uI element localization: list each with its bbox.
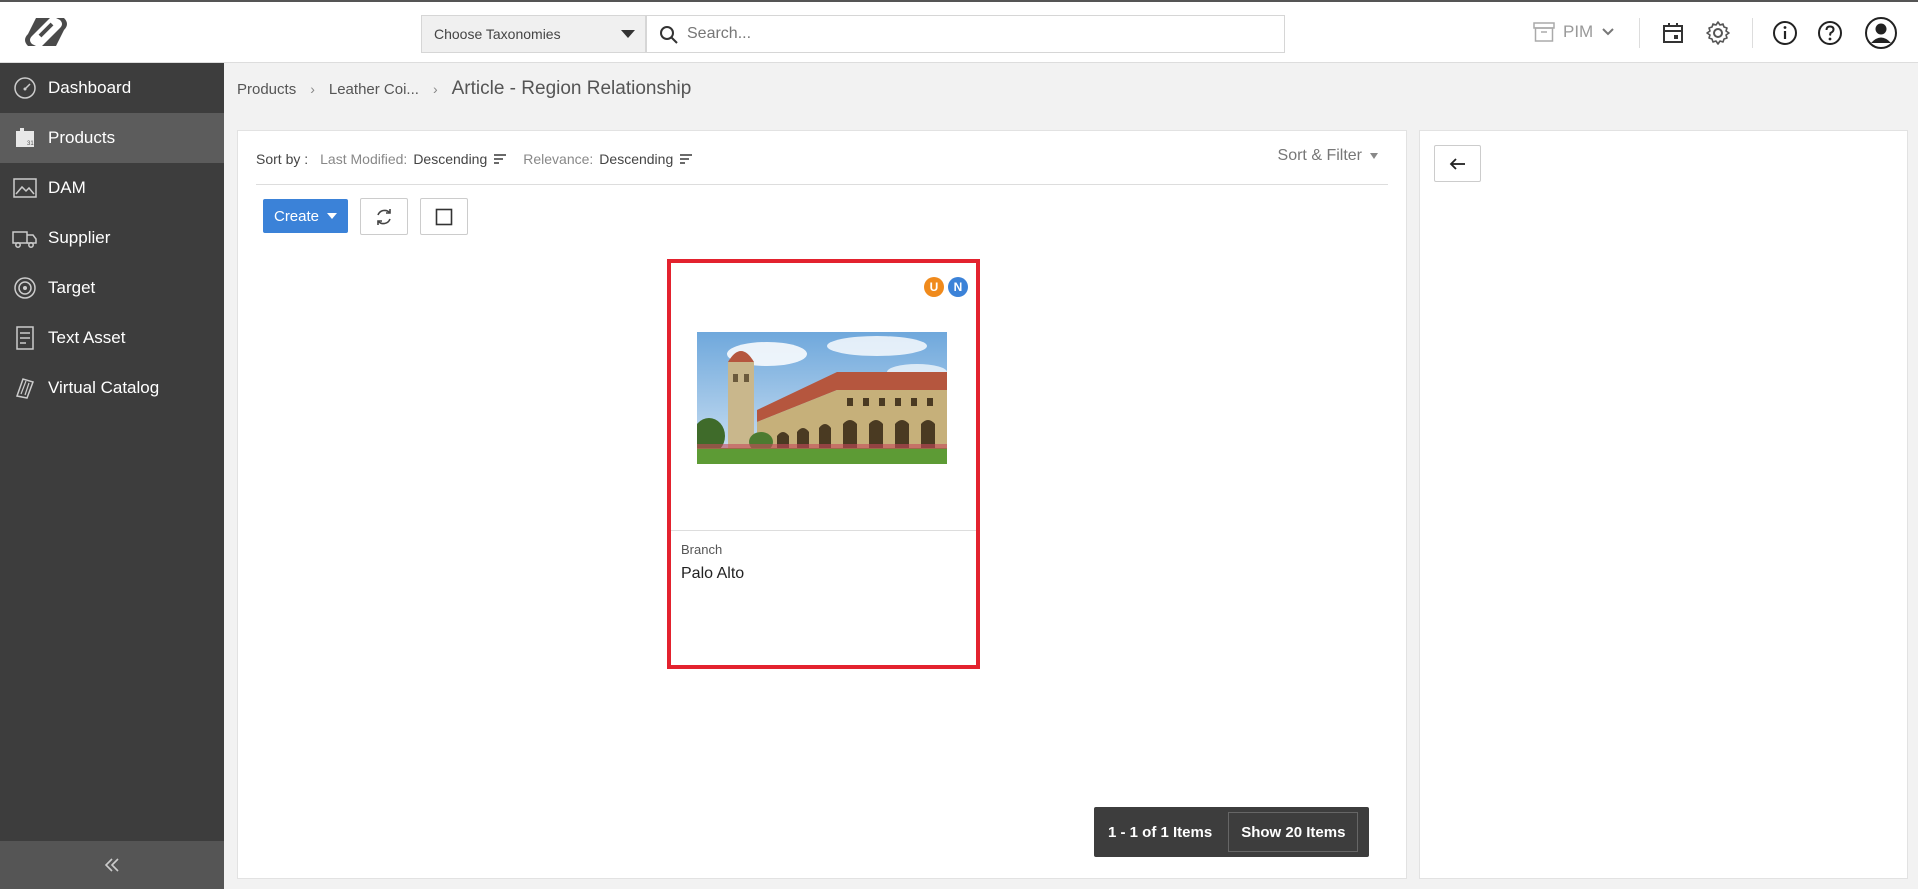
caret-down-icon	[1370, 153, 1378, 159]
double-chevron-left-icon	[104, 858, 119, 872]
sort-direction-value: Descending	[599, 151, 674, 167]
status-badge-u: U	[924, 277, 944, 297]
sort-field-label: Relevance:	[523, 151, 594, 167]
taxonomy-select-label: Choose Taxonomies	[434, 26, 561, 42]
target-icon	[12, 275, 38, 301]
card-type-label: Branch	[681, 542, 723, 557]
gear-icon[interactable]	[1703, 18, 1733, 48]
app-logo[interactable]	[22, 14, 70, 50]
create-button[interactable]: Create	[263, 199, 348, 233]
sort-descending-icon	[680, 154, 693, 164]
search-box[interactable]	[646, 15, 1285, 53]
sidebar-item-label: Products	[48, 128, 116, 147]
catalog-icon	[12, 375, 38, 401]
help-icon[interactable]	[1815, 18, 1845, 48]
calendar-icon[interactable]	[1658, 18, 1688, 48]
arrow-left-icon	[1449, 157, 1465, 170]
dashboard-icon	[12, 75, 38, 101]
sort-filter-label: Sort & Filter	[1277, 147, 1362, 164]
search-icon	[660, 26, 678, 44]
caret-down-icon	[621, 30, 635, 38]
sidebar: Dashboard 31 Products DAM Supplier Targe…	[0, 63, 224, 889]
breadcrumb: Products › Leather Coi... › Article - Re…	[237, 78, 691, 100]
sort-by-label: Sort by :	[256, 151, 309, 167]
refresh-icon	[377, 208, 391, 225]
page-title: Article - Region Relationship	[451, 78, 692, 99]
sort-filter-toggle[interactable]: Sort & Filter	[1278, 147, 1378, 165]
sidebar-item-text-asset[interactable]: Text Asset	[0, 313, 224, 363]
truck-icon	[12, 225, 38, 251]
sidebar-item-dashboard[interactable]: Dashboard	[0, 63, 224, 113]
archive-icon	[1533, 22, 1555, 42]
product-thumbnail	[697, 332, 947, 464]
sidebar-item-label: Target	[48, 278, 96, 297]
chevron-right-icon: ›	[310, 81, 315, 97]
sort-relevance[interactable]: Relevance: Descending	[523, 151, 693, 167]
divider	[1752, 18, 1753, 48]
image-icon	[12, 175, 38, 201]
create-button-label: Create	[273, 207, 320, 225]
user-avatar-icon[interactable]	[1864, 16, 1898, 50]
status-badge-n: N	[948, 277, 968, 297]
divider	[1639, 18, 1640, 48]
sidebar-item-label: DAM	[48, 178, 86, 197]
sidebar-item-label: Supplier	[48, 228, 111, 247]
card-title: Palo Alto	[681, 565, 745, 582]
chevron-down-icon	[1602, 28, 1614, 36]
svg-text:31: 31	[27, 141, 34, 147]
products-icon: 31	[12, 125, 38, 151]
select-all-button[interactable]	[420, 198, 468, 235]
chevron-right-icon: ›	[432, 81, 438, 97]
module-switcher[interactable]: PIM	[1533, 22, 1615, 42]
sidebar-item-label: Virtual Catalog	[48, 378, 160, 397]
sidebar-item-dam[interactable]: DAM	[0, 163, 224, 213]
sidebar-item-virtual-catalog[interactable]: Virtual Catalog	[0, 363, 224, 413]
divider	[671, 530, 976, 531]
top-bar: Choose Taxonomies PIM	[0, 0, 1918, 63]
caret-down-icon	[327, 213, 338, 219]
back-button[interactable]	[1434, 145, 1481, 182]
sidebar-item-supplier[interactable]: Supplier	[0, 213, 224, 263]
sidebar-item-label: Text Asset	[48, 328, 126, 347]
pagination-bar: 1 - 1 of 1 Items Show 20 Items	[1094, 807, 1369, 857]
sidebar-item-target[interactable]: Target	[0, 263, 224, 313]
taxonomy-select[interactable]: Choose Taxonomies	[421, 15, 646, 53]
sort-bar: Sort by : Last Modified: Descending Rele…	[256, 151, 709, 167]
checkbox-icon	[435, 208, 453, 225]
page-size-button[interactable]: Show 20 Items	[1228, 812, 1359, 852]
pagination-count: 1 - 1 of 1 Items	[1108, 823, 1213, 841]
product-card[interactable]: U N Branch Palo Alto	[667, 259, 980, 669]
sidebar-item-label: Dashboard	[48, 78, 132, 97]
search-input[interactable]	[687, 25, 1284, 43]
divider	[256, 184, 1388, 185]
info-icon[interactable]	[1770, 18, 1800, 48]
sidebar-item-products[interactable]: 31 Products	[0, 113, 224, 163]
breadcrumb-item-parent[interactable]: Leather Coi...	[329, 81, 419, 98]
refresh-button[interactable]	[360, 198, 408, 235]
sort-direction-value: Descending	[413, 151, 488, 167]
sort-field-label: Last Modified:	[320, 151, 408, 167]
sort-descending-icon	[494, 154, 507, 164]
module-label: PIM	[1563, 22, 1594, 41]
status-badges: U N	[924, 277, 968, 297]
collapse-sidebar-button[interactable]	[0, 841, 224, 889]
document-icon	[12, 325, 38, 351]
sort-last-modified[interactable]: Last Modified: Descending	[320, 151, 507, 167]
detail-panel	[1419, 130, 1908, 879]
breadcrumb-item-products[interactable]: Products	[237, 81, 296, 98]
